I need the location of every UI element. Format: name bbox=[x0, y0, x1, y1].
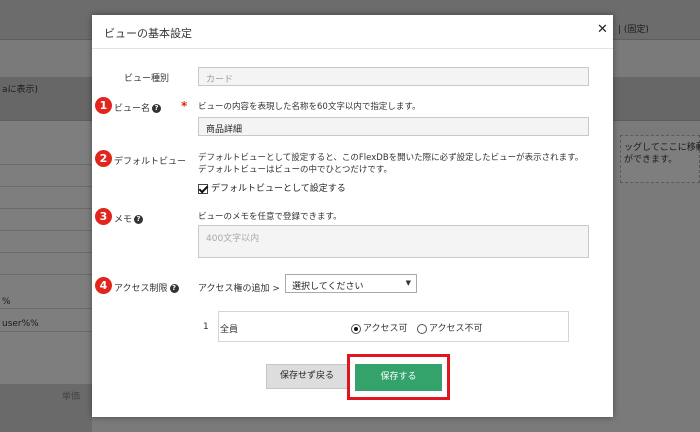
view-name-description: ビューの内容を表現した名称を60文字以内で指定します。 bbox=[198, 102, 421, 112]
step-badge-1: 1 bbox=[95, 97, 112, 114]
background-row-text: user%% bbox=[2, 319, 39, 329]
background-row bbox=[0, 165, 92, 187]
access-allow-option[interactable]: アクセス可 bbox=[351, 321, 408, 334]
access-row-name: 全員 bbox=[220, 325, 239, 335]
memo-label: メモ? bbox=[114, 212, 144, 225]
access-allow-label: アクセス可 bbox=[363, 324, 408, 334]
background-band-label: aに表示) bbox=[2, 85, 39, 95]
default-view-checkbox-label: デフォルトビューとして設定する bbox=[211, 184, 346, 194]
memo-description: ビューのメモを任意で登録できます。 bbox=[198, 212, 342, 222]
background-drop-area: ッグしてここに移動 ができます。 bbox=[620, 135, 700, 183]
help-icon[interactable]: ? bbox=[134, 215, 144, 224]
background-header-text: | (固定) bbox=[618, 25, 649, 35]
memo-textarea[interactable]: 400文字以内 bbox=[198, 225, 589, 258]
modal-title: ビューの基本設定 bbox=[104, 27, 192, 40]
background-bottom-label: 単価 bbox=[62, 392, 81, 402]
chevron-down-icon: ▼ bbox=[405, 279, 411, 287]
view-type-field: カード bbox=[198, 67, 589, 86]
access-deny-option[interactable]: アクセス不可 bbox=[417, 321, 483, 334]
back-without-saving-button[interactable]: 保存せず戻る bbox=[266, 364, 348, 389]
modal-header: ビューの基本設定 ✕ bbox=[92, 15, 613, 49]
access-label: アクセス制限? bbox=[114, 281, 179, 294]
access-select[interactable]: 選択してください ▼ bbox=[285, 274, 417, 293]
access-deny-label: アクセス不可 bbox=[429, 324, 483, 334]
save-button[interactable]: 保存する bbox=[355, 364, 442, 391]
default-view-checkbox-row[interactable]: デフォルトビューとして設定する bbox=[198, 181, 346, 194]
access-select-value: 選択してください bbox=[292, 282, 364, 292]
background-row bbox=[0, 253, 92, 275]
background-row bbox=[0, 209, 92, 231]
access-add-label: アクセス権の追加 > bbox=[198, 284, 280, 294]
access-label-text: アクセス制限 bbox=[114, 284, 168, 294]
background-band-right bbox=[613, 77, 700, 121]
view-type-label: ビュー種別 bbox=[124, 74, 170, 84]
close-icon[interactable]: ✕ bbox=[597, 22, 608, 37]
background-row bbox=[0, 231, 92, 253]
background-row-text: % bbox=[2, 297, 11, 307]
step-badge-4: 4 bbox=[95, 277, 112, 294]
help-icon[interactable]: ? bbox=[169, 284, 179, 293]
access-allow-radio[interactable] bbox=[351, 323, 361, 334]
memo-label-text: メモ bbox=[114, 215, 133, 225]
required-mark: * bbox=[181, 99, 188, 113]
access-deny-radio[interactable] bbox=[417, 323, 427, 334]
view-name-label-text: ビュー名 bbox=[114, 104, 151, 114]
access-row-index: 1 bbox=[203, 322, 209, 332]
background-row bbox=[0, 287, 92, 309]
background-row bbox=[0, 187, 92, 209]
view-name-label: ビュー名? bbox=[114, 101, 162, 114]
step-badge-2: 2 bbox=[95, 150, 112, 167]
help-icon[interactable]: ? bbox=[152, 104, 162, 113]
default-view-checkbox[interactable] bbox=[198, 183, 208, 194]
default-view-label: デフォルトビュー bbox=[114, 157, 187, 167]
view-settings-modal: ビューの基本設定 ✕ ビュー種別 カード 1 ビュー名? * ビューの内容を表現… bbox=[92, 15, 613, 417]
view-name-input[interactable]: 商品詳細 bbox=[198, 117, 589, 136]
step-badge-3: 3 bbox=[95, 208, 112, 225]
default-view-description: デフォルトビューとして設定すると、このFlexDBを開いた際に必ず設定したビュー… bbox=[198, 153, 584, 175]
background-row bbox=[0, 143, 92, 165]
background-drop-text: ッグしてここに移動 ができます。 bbox=[624, 143, 700, 165]
